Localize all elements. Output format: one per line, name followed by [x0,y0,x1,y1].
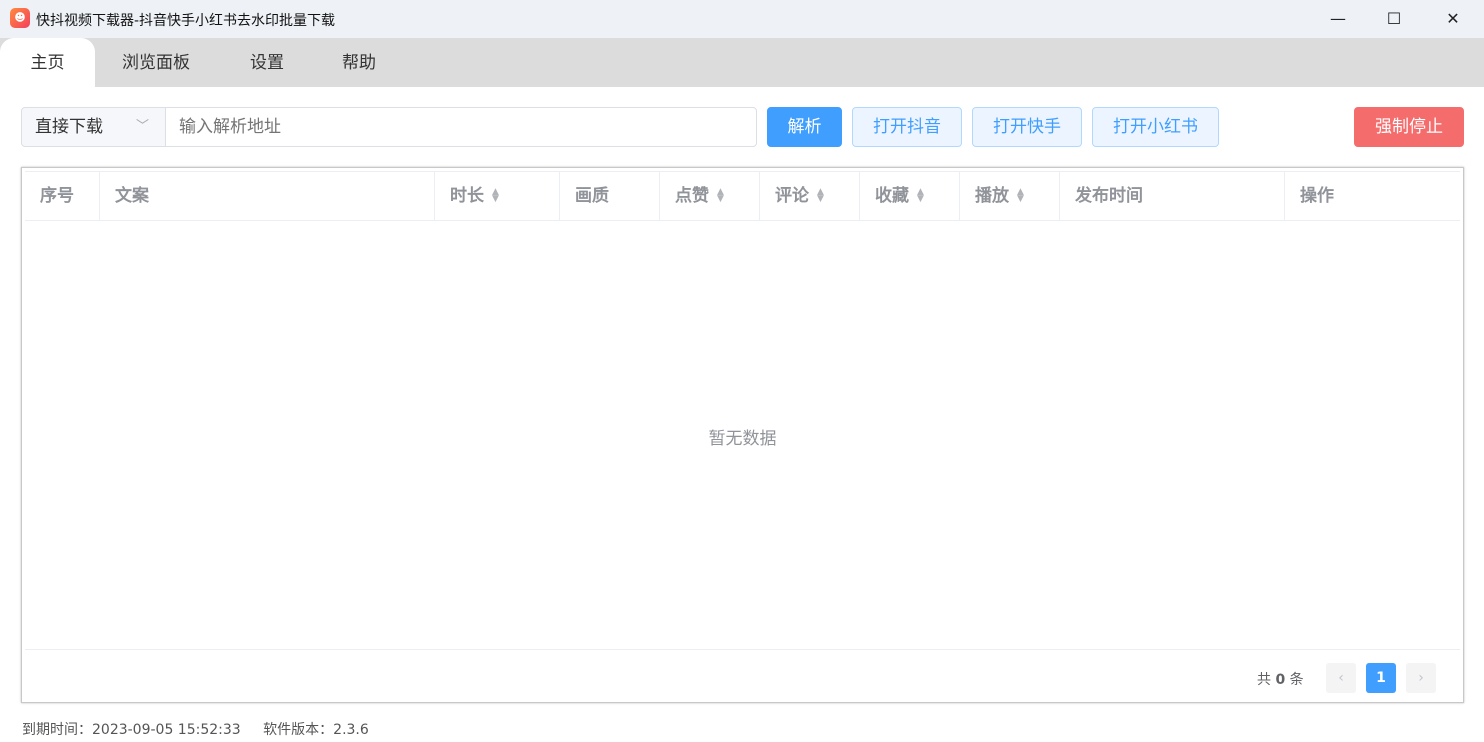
tab-help[interactable]: 帮助 [342,38,376,87]
app-logo-icon: ☻ [10,8,30,28]
minimize-button[interactable]: — [1318,6,1358,32]
prev-page-button[interactable]: ‹ [1326,663,1356,693]
results-table: 序号 文案 时长 ▲ ▼ 画质 点赞 ▲ ▼ 评论 ▲ ▼ 收藏 ▲ ▼ 播放 ▲ ▼ 发布时间 操… [21,167,1464,703]
next-page-button[interactable]: › [1406,663,1436,693]
empty-state-text: 暂无数据 [708,429,777,449]
download-mode-select[interactable]: 直接下载 ﹀ [21,107,166,147]
col-favorites[interactable]: 收藏 ▲ ▼ [860,172,960,220]
sort-icon[interactable]: ▲ ▼ [917,188,924,204]
page-button-current[interactable]: 1 [1366,663,1396,693]
tab-bar: 主页 浏览面板 设置 帮助 [0,38,1484,87]
download-mode-value: 直接下载 [35,117,103,137]
chevron-down-icon: ﹀ [135,119,149,134]
sort-icon[interactable]: ▲ ▼ [1017,188,1024,204]
col-plays[interactable]: 播放 ▲ ▼ [960,172,1060,220]
force-stop-button[interactable]: 强制停止 [1354,107,1464,147]
main-panel: 直接下载 ﹀ 解析 打开抖音 打开快手 打开小红书 强制停止 序号 文案 时长▲… [0,87,1484,742]
window-title: 快抖视频下载器-抖音快手小红书去水印批量下载 [36,13,336,29]
col-comments[interactable]: 评论 ▲ ▼ [760,172,860,220]
col-quality: 画质 [560,172,660,220]
col-caption: 文案 [100,172,435,220]
close-button[interactable]: ✕ [1433,6,1473,32]
sort-icon[interactable]: ▲ ▼ [817,188,824,204]
open-douyin-button[interactable]: 打开抖音 [852,107,962,147]
open-xiaohongshu-button[interactable]: 打开小红书 [1092,107,1219,147]
expiry-time: 到期时间：2023-09-05 15:52:33 [22,722,241,738]
parse-button[interactable]: 解析 [767,107,842,147]
maximize-button[interactable]: ☐ [1374,6,1414,32]
col-actions: 操作 [1300,186,1334,206]
pagination: 共 0 条 ‹ 1 › [25,649,1460,699]
col-likes[interactable]: 点赞 ▲ ▼ [660,172,760,220]
tab-settings[interactable]: 设置 [250,38,284,87]
col-duration[interactable]: 时长 ▲ ▼ [435,172,560,220]
tab-home[interactable]: 主页 [0,38,95,87]
col-publish-time: 发布时间 [1060,172,1285,220]
status-bar: 到期时间：2023-09-05 15:52:33 软件版本：2.3.6 [22,719,369,739]
tab-browser-panel[interactable]: 浏览面板 [122,38,190,87]
total-count: 共 0 条 [1257,672,1304,688]
sort-icon[interactable]: ▲ ▼ [717,188,724,204]
software-version: 软件版本：2.3.6 [263,722,369,738]
url-input[interactable] [165,107,757,147]
table-header: 序号 文案 时长 ▲ ▼ 画质 点赞 ▲ ▼ 评论 ▲ ▼ 收藏 ▲ ▼ 播放 ▲ ▼ 发布时间 操… [25,171,1460,221]
sort-icon[interactable]: ▲ ▼ [492,188,499,204]
title-bar: ☻ 快抖视频下载器-抖音快手小红书去水印批量下载 — ☐ ✕ [0,0,1484,38]
open-kuaishou-button[interactable]: 打开快手 [972,107,1082,147]
col-index: 序号 [25,172,100,220]
